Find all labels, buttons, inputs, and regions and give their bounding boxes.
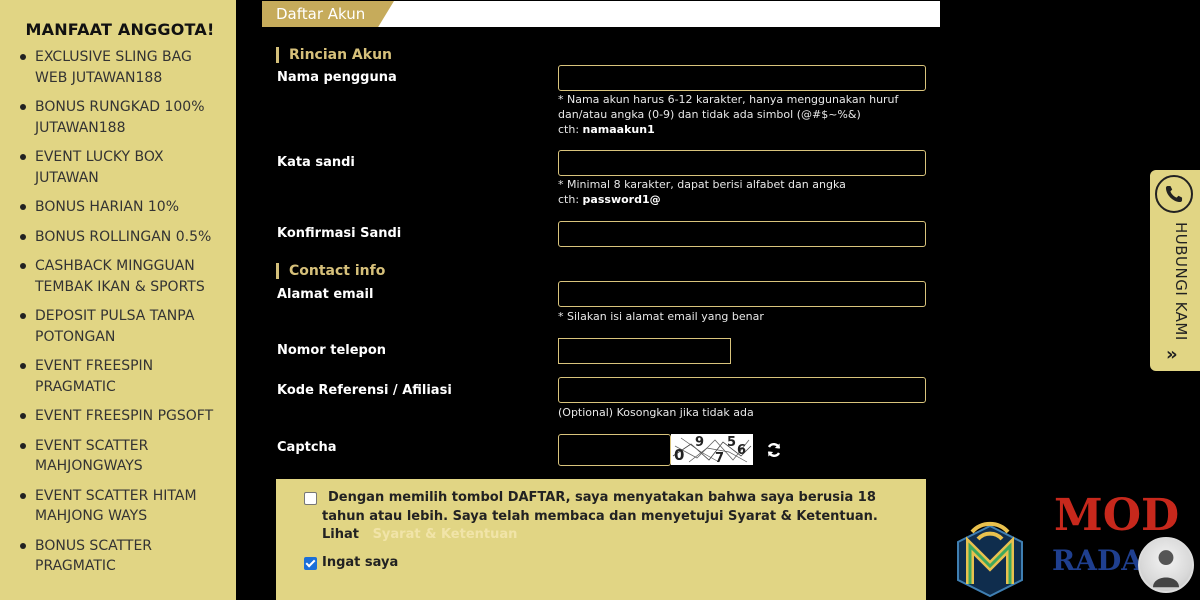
modradar-logo-icon <box>957 521 1023 598</box>
benefits-list: EXCLUSIVE SLING BAG WEB JUTAWAN188 BONUS… <box>20 47 220 577</box>
password-field[interactable] <box>558 150 926 176</box>
benefit-item: EVENT FREESPIN PRAGMATIC <box>20 356 220 397</box>
form-header-tab: Daftar Akun <box>262 1 394 27</box>
email-field[interactable] <box>558 281 926 307</box>
password-example-prefix: cth: <box>558 193 580 206</box>
captcha-field[interactable] <box>558 434 671 466</box>
remember-label: Ingat saya <box>322 555 399 570</box>
referral-field[interactable] <box>558 377 926 403</box>
watermark-text-mod: MOD <box>1054 490 1179 541</box>
benefits-title: MANFAAT ANGGOTA! <box>25 20 215 39</box>
benefit-item: EVENT SCATTER MAHJONGWAYS <box>20 436 220 477</box>
terms-box: Dengan memilih tombol DAFTAR, saya menya… <box>276 479 926 600</box>
phone-input[interactable] <box>559 339 730 363</box>
password-hint-text: * Minimal 8 karakter, dapat berisi alfab… <box>558 178 846 191</box>
benefit-item: DEPOSIT PULSA TANPA POTONGAN <box>20 306 220 347</box>
form-header-bar: Daftar Akun <box>262 1 940 27</box>
captcha-char-5: 6 <box>737 443 746 458</box>
contact-tab[interactable]: HUBUNGI KAMI » <box>1150 170 1200 371</box>
captcha-label: Captcha <box>277 440 337 455</box>
captcha-image: 0 9 7 5 6 <box>671 434 753 465</box>
remember-checkbox[interactable] <box>304 557 317 570</box>
username-example: namaakun1 <box>582 123 655 136</box>
terms-text: Dengan memilih tombol DAFTAR, saya menya… <box>322 489 902 545</box>
phone-field[interactable] <box>558 338 731 364</box>
benefit-item: EVENT SCATTER HITAM MAHJONG WAYS <box>20 486 220 527</box>
username-label: Nama pengguna <box>277 70 397 85</box>
referral-label: Kode Referensi / Afiliasi <box>277 383 452 398</box>
benefit-item: BONUS HARIAN 10% <box>20 197 220 218</box>
account-section-title: Rincian Akun <box>276 47 392 63</box>
benefit-item: BONUS ROLLINGAN 0.5% <box>20 227 220 248</box>
password-label: Kata sandi <box>277 155 355 170</box>
benefit-item: EVENT LUCKY BOX JUTAWAN <box>20 147 220 188</box>
confirm-password-field[interactable] <box>558 221 926 247</box>
email-label: Alamat email <box>277 287 374 302</box>
avatar[interactable] <box>1138 537 1194 593</box>
username-hint: * Nama akun harus 6-12 karakter, hanya m… <box>558 92 928 137</box>
benefit-item: EXCLUSIVE SLING BAG WEB JUTAWAN188 <box>20 47 220 88</box>
confirm-password-label: Konfirmasi Sandi <box>277 226 402 241</box>
terms-link[interactable]: Syarat & Ketentuan <box>373 527 518 542</box>
username-example-prefix: cth: <box>558 123 580 136</box>
captcha-char-1: 0 <box>674 446 684 464</box>
email-input[interactable] <box>559 282 925 306</box>
benefit-item: EVENT FREESPIN PGSOFT <box>20 406 220 427</box>
referral-input[interactable] <box>559 378 925 402</box>
contact-section-title: Contact info <box>276 263 385 279</box>
contact-label: HUBUNGI KAMI <box>1172 222 1190 341</box>
referral-hint: (Optional) Kosongkan jika tidak ada <box>558 406 754 419</box>
captcha-char-3: 7 <box>715 451 724 465</box>
form-title: Daftar Akun <box>276 5 366 23</box>
captcha-input[interactable] <box>559 435 670 465</box>
benefits-sidebar: MANFAAT ANGGOTA! EXCLUSIVE SLING BAG WEB… <box>0 0 236 600</box>
phone-label: Nomor telepon <box>277 343 387 358</box>
password-hint: * Minimal 8 karakter, dapat berisi alfab… <box>558 177 928 207</box>
agree-checkbox[interactable] <box>304 492 317 505</box>
username-hint-text: * Nama akun harus 6-12 karakter, hanya m… <box>558 93 899 121</box>
captcha-char-4: 5 <box>727 435 736 450</box>
password-input[interactable] <box>559 151 925 175</box>
password-example: password1@ <box>582 193 661 206</box>
phone-icon <box>1155 175 1193 213</box>
captcha-char-2: 9 <box>695 435 704 450</box>
username-field[interactable] <box>558 65 926 91</box>
chevron-right-icon: » <box>1166 344 1178 365</box>
refresh-icon[interactable] <box>766 442 782 458</box>
email-hint: * Silakan isi alamat email yang benar <box>558 310 764 323</box>
username-input[interactable] <box>559 66 925 90</box>
confirm-password-input[interactable] <box>559 222 925 246</box>
benefit-item: CASHBACK MINGGUAN TEMBAK IKAN & SPORTS <box>20 256 220 297</box>
benefit-item: BONUS RUNGKAD 100% JUTAWAN188 <box>20 97 220 138</box>
benefit-item: BONUS SCATTER PRAGMATIC <box>20 536 220 577</box>
